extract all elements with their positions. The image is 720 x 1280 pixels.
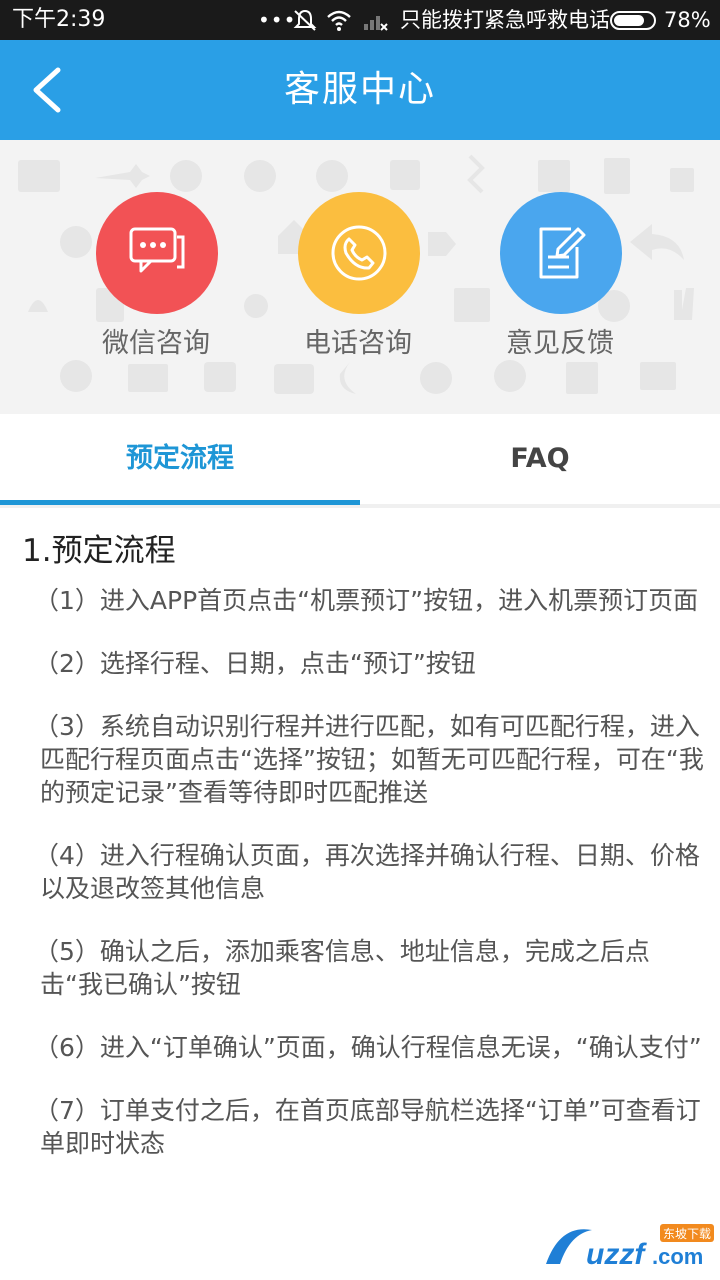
phone-consult-button[interactable]: 电话咨询 bbox=[258, 192, 458, 372]
mute-icon bbox=[293, 9, 317, 31]
section-title: 1.预定流程 bbox=[22, 533, 176, 569]
app-bar: 客服中心 bbox=[0, 40, 720, 140]
wechat-consult-label: 微信咨询 bbox=[102, 328, 210, 359]
tab-bar: 预定流程 FAQ bbox=[0, 414, 720, 508]
svg-text:.com: .com bbox=[652, 1244, 703, 1269]
step-item: （2）选择行程、日期，点击“预订”按钮 bbox=[34, 649, 476, 678]
booking-process-content: 1.预定流程 （1）进入APP首页点击“机票预订”按钮，进入机票预订页面 （2）… bbox=[0, 512, 720, 1280]
svg-text:东坡下载: 东坡下载 bbox=[663, 1227, 711, 1241]
step-item: （5）确认之后，添加乘客信息、地址信息，完成之后点击“我已确认”按钮 bbox=[34, 937, 650, 999]
contact-options-panel: 微信咨询 电话咨询 意见反馈 bbox=[0, 140, 720, 414]
tab-booking-process[interactable]: 预定流程 bbox=[0, 414, 360, 504]
active-tab-indicator bbox=[0, 500, 360, 505]
step-item: （4）进入行程确认页面，再次选择并确认行程、日期、价格以及退改签其他信息 bbox=[34, 841, 700, 903]
status-bar: 下午2:39 ••• 只能拨打紧急呼救电话 78% bbox=[0, 0, 720, 40]
feedback-button[interactable]: 意见反馈 bbox=[460, 192, 660, 372]
battery-percent: 78% bbox=[664, 8, 711, 32]
step-item: （7）订单支付之后，在首页底部导航栏选择“订单”可查看订单即时状态 bbox=[34, 1096, 701, 1158]
phone-consult-label: 电话咨询 bbox=[304, 328, 412, 359]
more-notifications-icon: ••• bbox=[258, 8, 297, 32]
step-item: （6）进入“订单确认”页面，确认行程信息无误，“确认支付” bbox=[34, 1033, 702, 1062]
page-title: 客服中心 bbox=[283, 69, 436, 110]
feedback-edit-icon bbox=[539, 227, 586, 279]
signal-icon bbox=[364, 16, 388, 31]
phone-icon bbox=[331, 225, 387, 281]
chat-bubble-icon bbox=[129, 227, 185, 273]
status-time: 下午2:39 bbox=[12, 7, 106, 32]
phone-consult-circle bbox=[298, 192, 420, 314]
wifi-icon bbox=[327, 10, 351, 31]
step-item: （3）系统自动识别行程并进行匹配，如有可匹配行程，进入匹配行程页面点击“选择”按… bbox=[34, 712, 704, 807]
feedback-label: 意见反馈 bbox=[506, 328, 614, 359]
carrier-text: 只能拨打紧急呼救电话 bbox=[400, 8, 610, 32]
step-item: （1）进入APP首页点击“机票预订”按钮，进入机票预订页面 bbox=[34, 586, 699, 615]
battery-icon bbox=[610, 11, 656, 30]
wechat-consult-circle bbox=[96, 192, 218, 314]
wechat-consult-button[interactable]: 微信咨询 bbox=[56, 192, 256, 372]
feedback-circle bbox=[500, 192, 622, 314]
uzzf-watermark-logo: uzzf .com 东坡下载 bbox=[546, 1224, 714, 1271]
steps-list: （1）进入APP首页点击“机票预订”按钮，进入机票预订页面 （2）选择行程、日期… bbox=[34, 584, 706, 1190]
svg-text:uzzf: uzzf bbox=[586, 1238, 647, 1271]
tab-faq[interactable]: FAQ bbox=[360, 414, 720, 504]
